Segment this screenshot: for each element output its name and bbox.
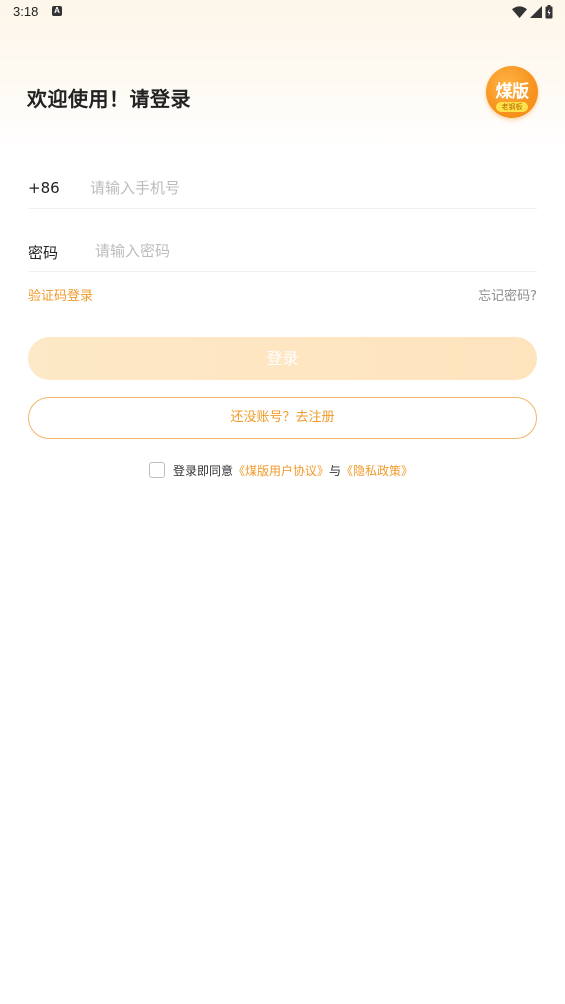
agreement-row: 登录即同意 《煤版用户协议》 与 《隐私政策》: [149, 461, 413, 479]
password-input[interactable]: [95, 238, 530, 264]
phone-prefix[interactable]: +86: [28, 179, 60, 197]
status-time: 3:18: [13, 4, 39, 19]
battery-icon: [545, 5, 553, 19]
privacy-policy-link[interactable]: 《隐私政策》: [341, 462, 413, 479]
notification-a-icon: A: [52, 6, 62, 16]
agreement-conjunction: 与: [329, 463, 342, 478]
page-title: 欢迎使用！请登录: [27, 87, 191, 111]
code-login-link[interactable]: 验证码登录: [28, 285, 93, 304]
status-bar: 3:18 A: [0, 0, 565, 24]
register-button[interactable]: 还没账号？去注册: [28, 397, 537, 439]
login-button[interactable]: 登录: [28, 337, 537, 380]
agreement-checkbox[interactable]: [149, 462, 165, 478]
logo-tag: 老钢板: [496, 102, 528, 112]
password-label: 密码: [28, 244, 59, 262]
signal-icon: [530, 6, 542, 18]
forgot-password-link[interactable]: 忘记密码?: [478, 285, 537, 304]
phone-input[interactable]: [90, 175, 530, 201]
agreement-prefix: 登录即同意: [173, 463, 234, 478]
status-icons: [512, 4, 553, 20]
password-row: 密码: [28, 231, 537, 272]
phone-row: +86: [28, 168, 537, 209]
app-logo: 煤版 老钢板: [486, 66, 538, 118]
user-agreement-link[interactable]: 《煤版用户协议》: [233, 462, 329, 479]
wifi-icon: [512, 6, 527, 18]
logo-text: 煤版: [495, 82, 530, 102]
